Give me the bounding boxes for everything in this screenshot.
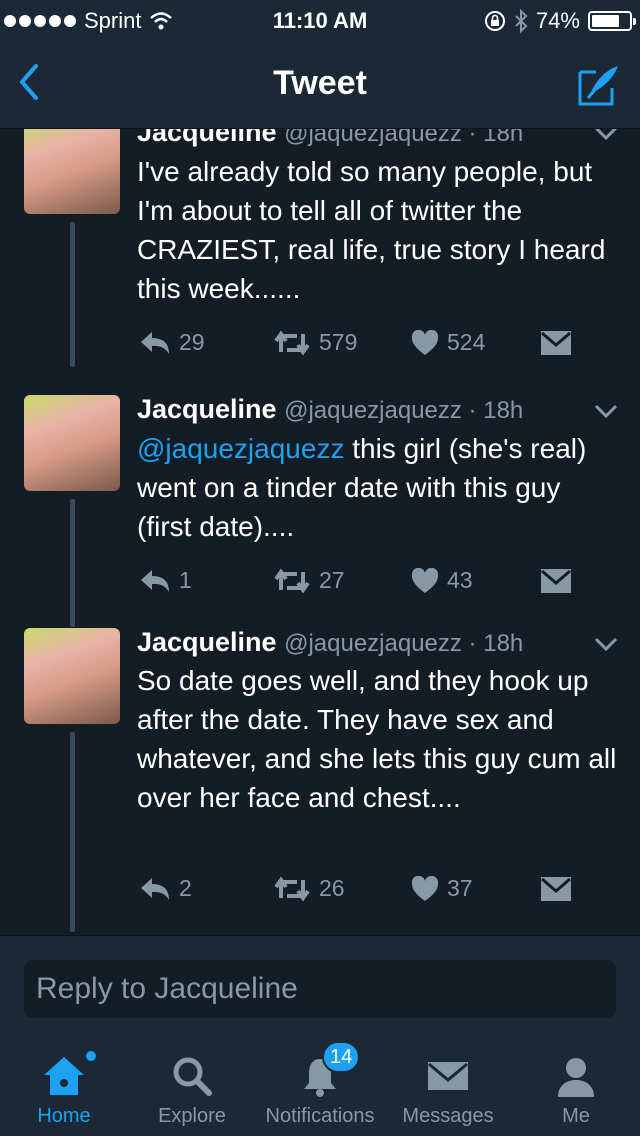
like-count: 524 (447, 329, 486, 355)
username[interactable]: @jaquezjaquezz (284, 397, 462, 424)
reply-button[interactable]: 1 (139, 567, 192, 594)
reply-count: 29 (179, 329, 205, 355)
tweet-text: I've already told so many people, but I'… (137, 156, 606, 304)
tweet-header: Jacqueline @jaquezjaquezz · 18h (137, 627, 524, 657)
tab-explore[interactable]: Explore (128, 1039, 256, 1136)
compose-tweet-icon[interactable] (576, 62, 622, 108)
reply-count: 1 (179, 567, 192, 593)
like-count: 37 (447, 875, 473, 901)
reply-button[interactable]: 2 (139, 875, 192, 902)
direct-message-icon[interactable] (541, 877, 571, 901)
username[interactable]: @jaquezjaquezz (284, 129, 462, 147)
tab-explore-label: Explore (158, 1105, 226, 1127)
display-name[interactable]: Jacqueline (137, 129, 277, 147)
navigation-bar: Tweet (0, 40, 640, 129)
retweet-button[interactable]: 579 (273, 329, 357, 356)
thread-connector (70, 222, 75, 367)
retweet-button[interactable]: 27 (273, 567, 345, 594)
timestamp: 18h (483, 129, 524, 147)
thread-connector (70, 732, 75, 932)
retweet-icon (274, 330, 310, 355)
retweet-count: 579 (319, 329, 358, 355)
heart-icon (411, 567, 439, 593)
tab-notifications-label: Notifications (265, 1105, 375, 1127)
page-title: Tweet (273, 64, 367, 102)
avatar[interactable] (24, 628, 120, 724)
tab-me[interactable]: Me (512, 1039, 640, 1136)
tab-messages[interactable]: Messages (384, 1039, 512, 1136)
timestamp: 18h (483, 630, 524, 657)
like-button[interactable]: 524 (411, 329, 485, 356)
retweet-icon (274, 876, 310, 901)
tweet-text: @jaquezjaquezz this girl (she's real) we… (137, 429, 617, 546)
battery-icon (588, 11, 636, 31)
retweet-count: 27 (319, 567, 345, 593)
tab-messages-label: Messages (402, 1105, 494, 1127)
tweet-actions: 29 579 524 (137, 329, 617, 361)
home-icon (44, 1057, 84, 1095)
tab-home[interactable]: Home (0, 1039, 128, 1136)
tweet-actions: 1 27 43 (137, 567, 617, 599)
tweet-header: Jacqueline @jaquezjaquezz · 18h (137, 394, 524, 424)
like-button[interactable]: 37 (411, 875, 473, 902)
chevron-down-icon[interactable] (594, 129, 618, 141)
reply-count: 2 (179, 875, 192, 901)
thread-connector (70, 499, 75, 627)
notification-count-badge: 14 (322, 1041, 361, 1073)
envelope-icon (428, 1062, 468, 1090)
tab-me-label: Me (562, 1105, 590, 1127)
battery-percent: 74% (535, 8, 580, 33)
tweet[interactable]: Jacqueline @jaquezjaquezz · 18h So date … (0, 627, 640, 935)
tweet[interactable]: Jacqueline @jaquezjaquezz · 18h I've alr… (0, 129, 640, 389)
tab-bar: Home Explore Notifications 14 Messages M… (0, 1039, 640, 1136)
timestamp: 18h (483, 397, 524, 424)
orientation-lock-icon (484, 11, 505, 31)
search-icon (173, 1057, 212, 1096)
avatar[interactable] (24, 395, 120, 491)
username[interactable]: @jaquezjaquezz (284, 630, 462, 657)
tweet-thread: Jacqueline @jaquezjaquezz · 18h I've alr… (0, 129, 640, 935)
tweet-text: So date goes well, and they hook up afte… (137, 665, 617, 813)
like-button[interactable]: 43 (411, 567, 473, 594)
reply-button[interactable]: 29 (139, 329, 205, 356)
reply-composer (0, 935, 640, 1040)
status-right: 74% (484, 8, 636, 34)
direct-message-icon[interactable] (541, 569, 571, 593)
tweet-actions: 2 26 37 (137, 875, 617, 907)
reply-icon (141, 877, 169, 900)
mention-link[interactable]: @jaquezjaquezz (137, 433, 344, 464)
tweet[interactable]: Jacqueline @jaquezjaquezz · 18h @jaquezj… (0, 394, 640, 627)
display-name[interactable]: Jacqueline (137, 627, 277, 657)
heart-icon (411, 875, 439, 901)
reply-input[interactable] (24, 960, 616, 1018)
retweet-button[interactable]: 26 (273, 875, 345, 902)
status-bar: Sprint 11:10 AM 74% (0, 0, 640, 40)
bluetooth-icon (515, 9, 528, 33)
direct-message-icon[interactable] (541, 331, 571, 355)
profile-icon (558, 1058, 594, 1097)
like-count: 43 (447, 567, 473, 593)
tab-notifications[interactable]: Notifications (256, 1039, 384, 1136)
chevron-down-icon[interactable] (594, 636, 618, 652)
tweet-header: Jacqueline @jaquezjaquezz · 18h (137, 129, 523, 148)
retweet-count: 26 (319, 875, 345, 901)
avatar[interactable] (24, 129, 120, 214)
display-name[interactable]: Jacqueline (137, 394, 277, 424)
chevron-down-icon[interactable] (594, 403, 618, 419)
tab-home-label: Home (37, 1105, 91, 1127)
heart-icon (411, 329, 439, 355)
reply-icon (141, 331, 169, 354)
retweet-icon (274, 568, 310, 593)
new-content-dot (86, 1051, 96, 1061)
reply-icon (141, 569, 169, 592)
